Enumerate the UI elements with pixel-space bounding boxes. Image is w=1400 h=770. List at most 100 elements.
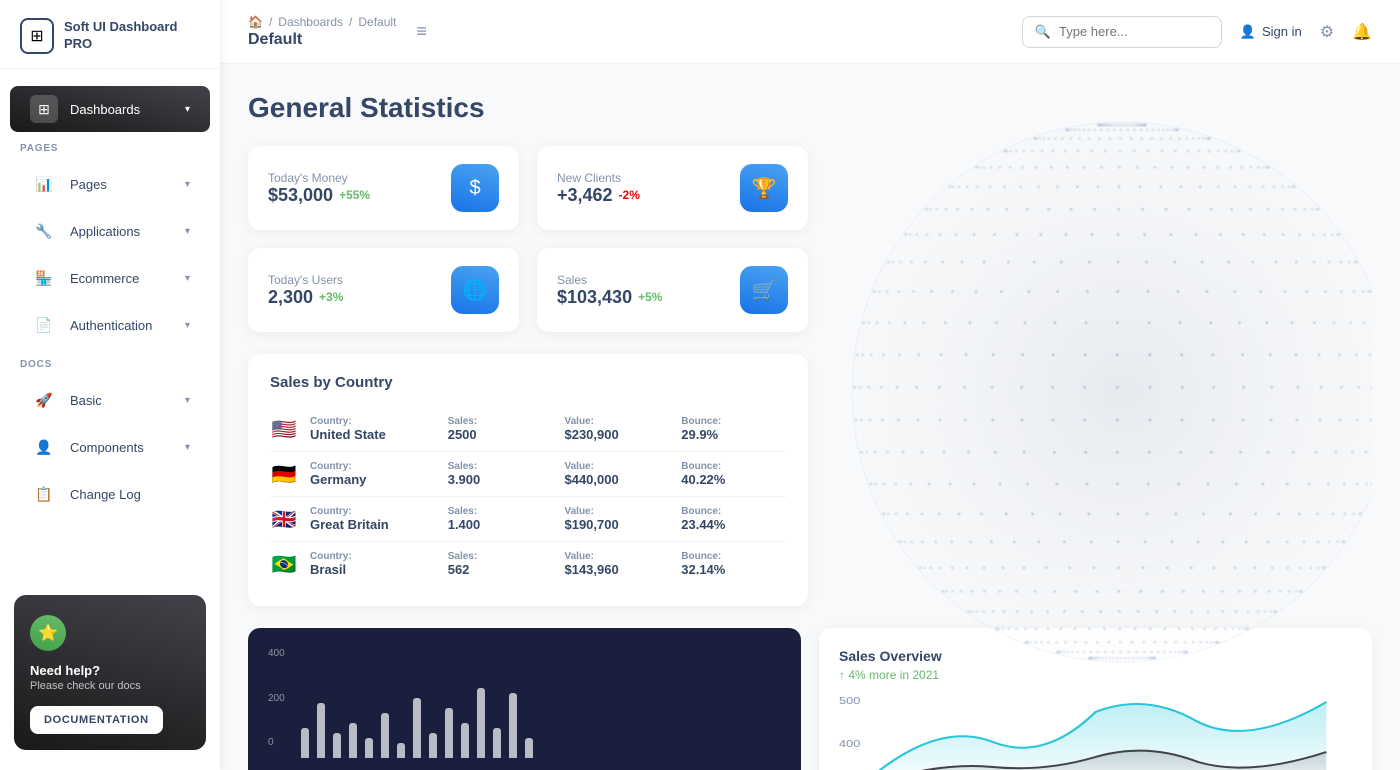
stat-card-clients: New Clients +3,462 -2% 🏆: [537, 146, 808, 230]
clients-change: -2%: [619, 188, 640, 202]
bar-chart: [301, 648, 533, 758]
stat-info-clients: New Clients +3,462 -2%: [557, 171, 640, 206]
country-gb: Country: Great Britain: [310, 506, 436, 532]
money-change: +55%: [339, 188, 370, 202]
stat-label-money: Today's Money: [268, 171, 370, 185]
sidebar-item-components[interactable]: 👤 Components ▾: [10, 424, 210, 470]
breadcrumb: 🏠 / Dashboards / Default Default: [248, 15, 396, 49]
svg-text:500: 500: [839, 696, 860, 706]
bar: [509, 693, 517, 758]
bar: [429, 733, 437, 758]
changelog-icon: 📋: [30, 480, 58, 508]
current-page-title: Default: [248, 31, 396, 49]
value-br: Value: $143,960: [564, 551, 669, 577]
bar: [525, 738, 533, 758]
country-table: 🇺🇸 Country: United State Sales: 2500 Val…: [270, 407, 786, 586]
sales-us: Sales: 2500: [448, 416, 553, 442]
stat-value-clients: +3,462 -2%: [557, 185, 640, 206]
flag-us: 🇺🇸: [270, 417, 298, 442]
sidebar-item-ecommerce[interactable]: 🏪 Ecommerce ▾: [10, 255, 210, 301]
bar-group: [445, 708, 453, 758]
app-name: Soft UI Dashboard PRO: [64, 19, 200, 53]
header: 🏠 / Dashboards / Default Default ≡ 🔍 👤 S…: [220, 0, 1400, 64]
sidebar-label-components: Components: [70, 440, 173, 455]
bar-group: [525, 738, 533, 758]
money-value: $53,000: [268, 185, 333, 206]
sidebar-item-dashboards[interactable]: ⊞ Dashboards ▾: [10, 86, 210, 132]
flag-gb: 🇬🇧: [270, 507, 298, 532]
sidebar-item-basic[interactable]: 🚀 Basic ▾: [10, 377, 210, 423]
clients-value: +3,462: [557, 185, 613, 206]
bottom-row: 400 200 0 Sales Overview ↑ 4% more in 20…: [248, 628, 1372, 770]
help-star-icon: ⭐: [30, 615, 66, 651]
documentation-button[interactable]: DOCUMENTATION: [30, 706, 163, 734]
stat-label-sales: Sales: [557, 273, 662, 287]
sign-in-button[interactable]: 👤 Sign in: [1240, 24, 1302, 40]
bar-group: [493, 728, 501, 758]
basic-icon: 🚀: [30, 386, 58, 414]
bar-group: [509, 693, 517, 758]
bar-group: [397, 743, 405, 758]
flag-de: 🇩🇪: [270, 462, 298, 487]
sales-by-country-title: Sales by Country: [270, 374, 786, 391]
sales-overview-card: Sales Overview ↑ 4% more in 2021: [819, 628, 1372, 770]
applications-chevron: ▾: [185, 226, 190, 237]
country-us: Country: United State: [310, 416, 436, 442]
bar: [301, 728, 309, 758]
gear-icon[interactable]: ⚙: [1320, 22, 1334, 42]
users-icon: 🌐: [451, 266, 499, 314]
chart-y-labels: 400 200 0: [268, 648, 285, 748]
bar: [317, 703, 325, 758]
stat-card-sales: Sales $103,430 +5% 🛒: [537, 248, 808, 332]
value-us: Value: $230,900: [564, 416, 669, 442]
sales-icon: 🛒: [740, 266, 788, 314]
stat-label-users: Today's Users: [268, 273, 343, 287]
dashboards-icon: ⊞: [30, 95, 58, 123]
bounce-gb: Bounce: 23.44%: [681, 506, 786, 532]
sales-by-country-card: Sales by Country 🇺🇸 Country: United Stat…: [248, 354, 808, 606]
sidebar-label-pages: Pages: [70, 177, 173, 192]
authentication-icon: 📄: [30, 311, 58, 339]
bell-icon[interactable]: 🔔: [1352, 22, 1372, 42]
sidebar-item-authentication[interactable]: 📄 Authentication ▾: [10, 302, 210, 348]
stat-info-users: Today's Users 2,300 +3%: [268, 273, 343, 308]
stat-value-sales: $103,430 +5%: [557, 287, 662, 308]
content-area: General Statistics Today's Money $53,000…: [220, 64, 1400, 770]
table-row: 🇬🇧 Country: Great Britain Sales: 1.400 V…: [270, 497, 786, 542]
sidebar-label-dashboards: Dashboards: [70, 102, 173, 117]
hamburger-icon[interactable]: ≡: [416, 21, 427, 42]
bar: [349, 723, 357, 758]
search-input[interactable]: [1059, 24, 1209, 39]
sidebar: ⊞ Soft UI Dashboard PRO ⊞ Dashboards ▾ P…: [0, 0, 220, 770]
sidebar-label-authentication: Authentication: [70, 318, 173, 333]
bar: [365, 738, 373, 758]
sidebar-item-pages[interactable]: 📊 Pages ▾: [10, 161, 210, 207]
sales-de: Sales: 3.900: [448, 461, 553, 487]
sign-in-label: Sign in: [1262, 24, 1302, 39]
bar-chart-card: 400 200 0: [248, 628, 801, 770]
bounce-br: Bounce: 32.14%: [681, 551, 786, 577]
overview-title: Sales Overview: [839, 648, 1352, 664]
bar: [461, 723, 469, 758]
bar: [445, 708, 453, 758]
search-icon: 🔍: [1035, 24, 1051, 40]
sidebar-item-changelog[interactable]: 📋 Change Log: [10, 471, 210, 517]
authentication-chevron: ▾: [185, 320, 190, 331]
help-subtitle: Please check our docs: [30, 680, 190, 692]
pages-section-label: PAGES: [0, 133, 220, 160]
bar: [381, 713, 389, 758]
value-gb: Value: $190,700: [564, 506, 669, 532]
search-box[interactable]: 🔍: [1022, 16, 1222, 48]
table-row: 🇧🇷 Country: Brasil Sales: 562 Value: $14…: [270, 542, 786, 586]
bar-group: [413, 698, 421, 758]
bar: [413, 698, 421, 758]
help-title: Need help?: [30, 663, 190, 678]
bar: [477, 688, 485, 758]
sidebar-item-applications[interactable]: 🔧 Applications ▾: [10, 208, 210, 254]
value-de: Value: $440,000: [564, 461, 669, 487]
bar: [493, 728, 501, 758]
country-de: Country: Germany: [310, 461, 436, 487]
money-icon: $: [451, 164, 499, 212]
pages-chevron: ▾: [185, 179, 190, 190]
sidebar-label-changelog: Change Log: [70, 487, 190, 502]
